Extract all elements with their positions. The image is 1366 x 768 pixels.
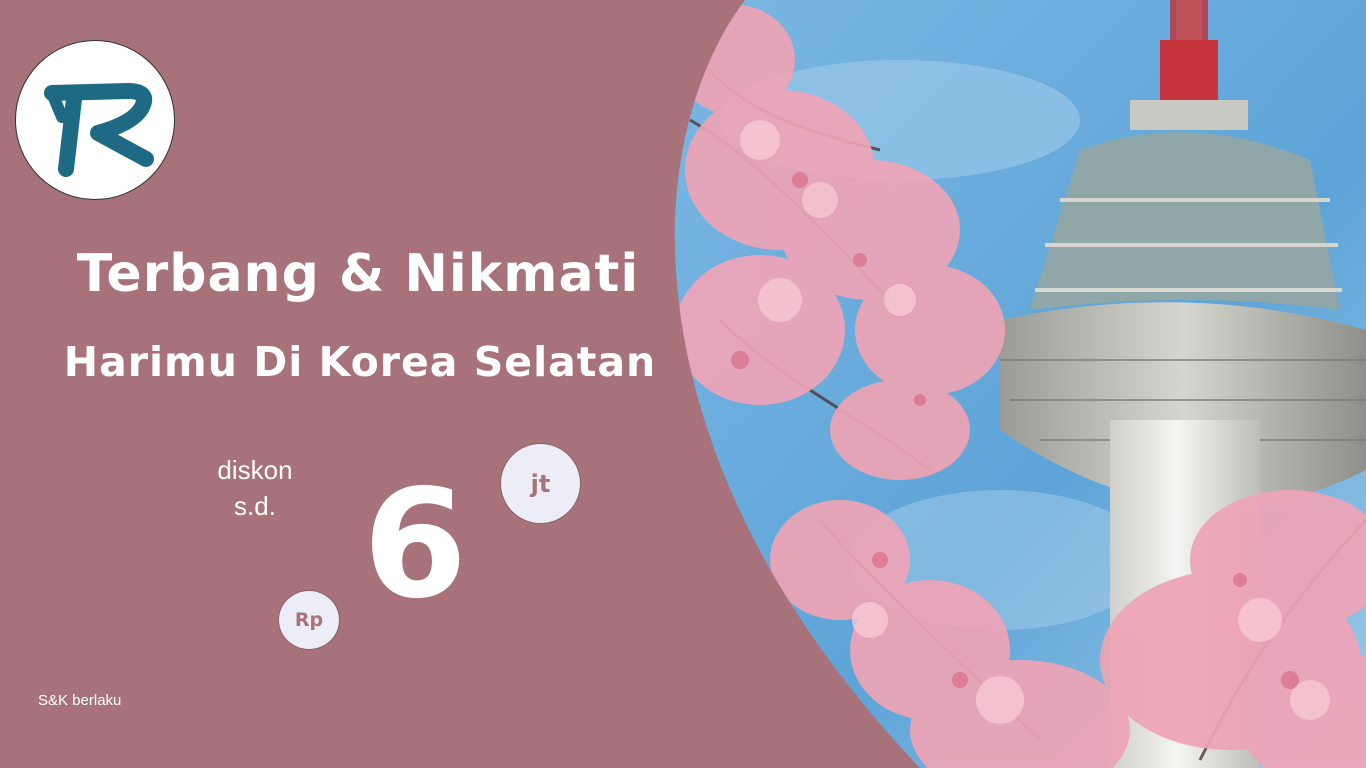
discount-label-line-2: s.d. xyxy=(234,491,276,521)
discount-label-line-1: diskon xyxy=(217,455,293,485)
terms-note: S&K berlaku xyxy=(38,692,122,709)
headline-line-1: Terbang & Nikmati xyxy=(76,244,640,304)
r-logo-icon xyxy=(44,83,154,177)
promo-banner: Terbang & Nikmati Harimu Di Korea Selata… xyxy=(0,0,1366,768)
discount-amount: 6 xyxy=(362,458,468,632)
discount-label: diskon s.d. xyxy=(205,452,305,524)
headline-line-2: Harimu Di Korea Selatan xyxy=(63,338,657,386)
brand-logo xyxy=(15,40,175,200)
unit-badge: jt xyxy=(500,443,581,524)
currency-badge: Rp xyxy=(278,590,340,650)
